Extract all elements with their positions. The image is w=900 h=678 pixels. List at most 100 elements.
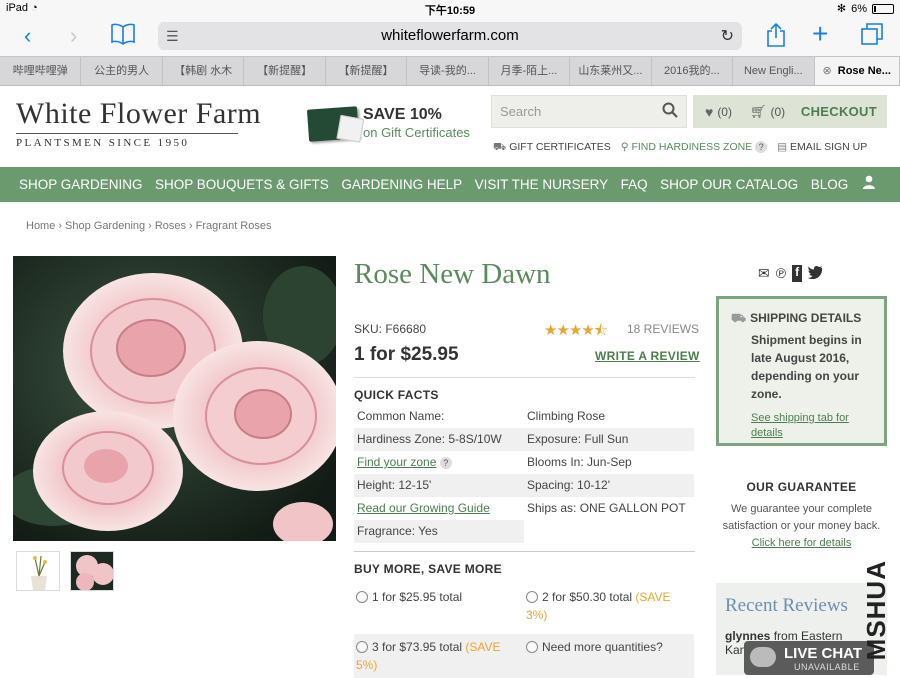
back-icon[interactable]: ‹ xyxy=(24,22,31,50)
browser-tab[interactable]: 月季-陌上... xyxy=(489,57,571,85)
quick-facts-heading: QUICK FACTS xyxy=(354,388,439,402)
shipping-details-box: ⛟ SHIPPING DETAILS Shipment begins in lat… xyxy=(716,296,887,446)
help-icon[interactable]: ? xyxy=(439,457,452,469)
gift-certificates-label: GIFT CERTIFICATES xyxy=(509,141,611,153)
thumbnail-potted-plant[interactable] xyxy=(16,551,60,591)
browser-tab[interactable]: 【新提醒】 xyxy=(326,57,408,85)
pinterest-icon[interactable]: ℗ xyxy=(776,265,786,282)
quantity-option-1[interactable]: 1 for $25.95 total xyxy=(354,584,524,628)
truck-icon: ⛟ xyxy=(731,311,747,325)
breadcrumb-home[interactable]: Home xyxy=(26,220,55,232)
gift-certificates-link[interactable]: ⛟ GIFT CERTIFICATES xyxy=(493,141,611,155)
nav-gardening-help[interactable]: GARDENING HELP xyxy=(341,177,462,192)
browser-tab[interactable]: New Engli... xyxy=(733,57,815,85)
quantity-option-3[interactable]: 3 for $73.95 total (SAVE 5%) xyxy=(354,634,524,678)
help-icon[interactable]: ? xyxy=(755,141,768,153)
nav-blog[interactable]: BLOG xyxy=(811,177,849,192)
active-tab-label: Rose Ne... xyxy=(837,65,891,77)
ios-status-bar: iPad ◔ 下午10:59 ✻ 6% xyxy=(0,0,900,18)
facts-row: Fragrance: Yes xyxy=(354,520,695,543)
promo-subline: on Gift Certificates xyxy=(363,125,470,140)
browser-tab[interactable]: 公主的男人 xyxy=(81,57,163,85)
email-icon[interactable]: ✉ xyxy=(758,265,770,282)
write-review-link[interactable]: WRITE A REVIEW xyxy=(595,349,700,363)
wishlist-button[interactable]: ♥ (0) xyxy=(693,104,738,120)
find-hardiness-zone-link[interactable]: ⚲ FIND HARDINESS ZONE ? xyxy=(621,141,768,155)
browser-tab[interactable]: 哔哩哔哩弹 xyxy=(0,57,82,85)
battery-percent: 6% xyxy=(851,2,867,15)
quantity-option-2[interactable]: 2 for $50.30 total (SAVE 3%) xyxy=(524,584,694,628)
option-3-label: 3 for $73.95 total xyxy=(372,640,463,654)
radio-button[interactable] xyxy=(526,591,538,603)
logo-subtitle: PLANTSMEN SINCE 1950 xyxy=(16,137,190,149)
share-icon[interactable] xyxy=(766,22,786,55)
browser-tab[interactable]: 【韩剧 水木 xyxy=(163,57,245,85)
breadcrumb-fragrant-roses[interactable]: Fragrant Roses xyxy=(196,220,272,232)
nav-shop-gardening[interactable]: SHOP GARDENING xyxy=(19,177,143,192)
facebook-icon[interactable]: f xyxy=(792,265,803,282)
watermark: MSHUA xyxy=(861,560,891,661)
main-nav: SHOP GARDENING SHOP BOUQUETS & GIFTS GAR… xyxy=(0,167,900,202)
thumbnail-rose[interactable] xyxy=(70,551,114,591)
browser-tab[interactable]: 2016我的... xyxy=(652,57,734,85)
guarantee-title: OUR GUARANTEE xyxy=(746,480,857,494)
bookmarks-icon[interactable] xyxy=(110,23,136,52)
utility-links: ⛟ GIFT CERTIFICATES ⚲ FIND HARDINESS ZONE … xyxy=(493,141,867,155)
breadcrumb-shop-gardening[interactable]: Shop Gardening xyxy=(65,220,145,232)
quantity-option-more[interactable]: Need more quantities? xyxy=(524,634,694,678)
nav-shop-catalog[interactable]: SHOP OUR CATALOG xyxy=(660,177,798,192)
live-chat-button[interactable]: LIVE CHAT UNAVAILABLE xyxy=(744,641,874,675)
browser-tab[interactable]: 【新提醒】 xyxy=(244,57,326,85)
radio-button[interactable] xyxy=(356,591,368,603)
tabs-overview-icon[interactable] xyxy=(860,22,884,53)
logo-rule xyxy=(16,133,238,134)
user-account-icon[interactable] xyxy=(862,175,876,193)
fact-hardiness-zone: Hardiness Zone: 5-8S/10W xyxy=(354,428,524,451)
fact-find-zone: Find your zone ? xyxy=(354,451,524,474)
email-signup-link[interactable]: ▤ EMAIL SIGN UP xyxy=(777,141,867,155)
address-bar[interactable]: ☰ whiteflowerfarm.com ↻ xyxy=(158,22,742,50)
reload-icon[interactable]: ↻ xyxy=(721,26,734,46)
status-right: ✻ 6% xyxy=(837,2,894,15)
breadcrumb-roses[interactable]: Roses xyxy=(155,220,186,232)
close-tab-icon[interactable]: ⊗ xyxy=(823,65,832,77)
guarantee-text: We guarantee your complete satisfaction … xyxy=(716,501,887,552)
find-your-zone-link[interactable]: Find your zone xyxy=(357,455,436,469)
radio-button[interactable] xyxy=(526,641,538,653)
option-2-label: 2 for $50.30 total xyxy=(542,590,633,604)
browser-tab-active[interactable]: ⊗ Rose Ne... xyxy=(814,57,900,85)
breadcrumb: Home › Shop Gardening › Roses › Fragrant Roses xyxy=(26,220,272,232)
radio-button[interactable] xyxy=(356,641,368,653)
cart-button[interactable]: 🛒︎ (0) xyxy=(738,104,791,120)
nav-visit-nursery[interactable]: VISIT THE NURSERY xyxy=(475,177,609,192)
browser-tab[interactable]: 导读-我的... xyxy=(407,57,489,85)
fact-exposure: Exposure: Full Sun xyxy=(524,428,694,451)
twitter-icon[interactable] xyxy=(808,265,824,282)
recent-reviews-title: Recent Reviews xyxy=(725,595,848,616)
new-tab-icon[interactable]: + xyxy=(812,20,828,48)
review-count[interactable]: 18 REVIEWS xyxy=(627,322,699,336)
gift-promo[interactable]: SAVE 10% on Gift Certificates xyxy=(363,106,470,140)
battery-icon xyxy=(872,3,894,14)
growing-guide-link[interactable]: Read our Growing Guide xyxy=(357,501,490,515)
browser-tab[interactable]: 山东莱州又... xyxy=(570,57,652,85)
nav-faq[interactable]: FAQ xyxy=(621,177,648,192)
guarantee-body: We guarantee your complete satisfaction … xyxy=(722,503,881,532)
site-logo[interactable]: White Flower Farm PLANTSMEN SINCE 1950 xyxy=(16,97,261,149)
facts-row: Height: 12-15' Spacing: 10-12' xyxy=(354,474,695,497)
checkout-button[interactable]: CHECKOUT xyxy=(801,104,887,119)
fact-common-name-value: Climbing Rose xyxy=(527,409,606,423)
nav-shop-bouquets-gifts[interactable]: SHOP BOUQUETS & GIFTS xyxy=(155,177,329,192)
guarantee-details-link[interactable]: Click here for details xyxy=(752,537,852,549)
shipping-tab-link[interactable]: See shipping tab for details xyxy=(751,411,874,441)
product-thumbnails xyxy=(16,551,114,591)
forward-icon[interactable]: › xyxy=(70,22,77,50)
guarantee-section: OUR GUARANTEE We guarantee your complete… xyxy=(716,480,887,552)
gift-certificate-image[interactable] xyxy=(306,106,360,142)
product-title: Rose New Dawn xyxy=(354,258,551,290)
email-signup-label: EMAIL SIGN UP xyxy=(790,141,868,153)
product-image[interactable] xyxy=(13,256,336,541)
rating-stars[interactable]: ★★★★⯪ xyxy=(544,320,608,345)
search-input[interactable] xyxy=(492,96,652,127)
search-icon[interactable] xyxy=(662,102,678,123)
